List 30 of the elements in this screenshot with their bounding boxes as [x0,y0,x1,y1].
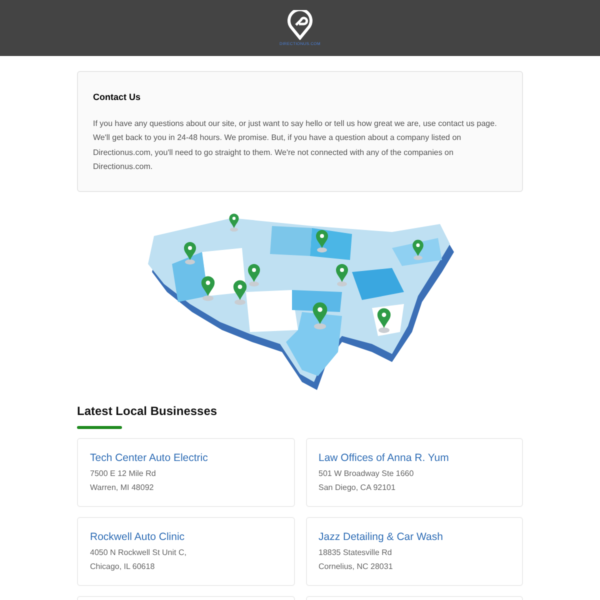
business-address: 501 W Broadway Ste 1660 [318,468,415,480]
business-address: 18835 Statesville Rd [318,546,393,558]
business-name-link[interactable]: Tech Center Auto Electric [90,450,282,466]
map-pin-icon [229,213,239,232]
contact-text: If you have any questions about our site, or just want to say hello or tell us how great we are, use contact us page. We'll get back to you in 24-48 hours. We promise. But, if you have a question about a company listed on Directionus.com, you'll need to go straight to them. We're not connected with any of the companies on Directionus.com. [93,118,498,173]
state-region [270,226,312,256]
state-region [172,252,208,302]
map-pin-icon [184,242,196,264]
business-city: Warren, MI 48092 [90,482,155,494]
section-title: Latest Local Businesses [77,402,218,420]
map-pin-icon [377,308,391,332]
business-city: Cornelius, NC 28031 [318,560,394,572]
map-pin-icon [336,264,348,286]
business-address: 7500 E 12 Mile Rd [90,468,157,480]
business-name-link[interactable]: Law Offices of Anna R. Yum [318,450,510,466]
contact-title: Contact Us [93,91,142,104]
business-name-link[interactable]: Jazz Detailing & Car Wash [318,530,510,544]
map-pin-icon [312,302,328,329]
map-pin-icon [316,230,328,252]
map-pin-icon [412,239,424,260]
map-pin-icon [248,264,260,286]
business-city: San Diego, CA 92101 [318,482,396,494]
business-city: Chicago, IL 60618 [90,560,156,573]
map-pin-icon [233,280,247,304]
map-pin-icon [201,276,215,300]
state-region [352,268,404,300]
business-address: 4050 N Rockwell St Unit C, [90,546,188,558]
title-underline [77,426,122,428]
location-pin-logo-icon[interactable] [287,10,313,40]
business-name-link[interactable]: Rockwell Auto Clinic [90,530,282,544]
